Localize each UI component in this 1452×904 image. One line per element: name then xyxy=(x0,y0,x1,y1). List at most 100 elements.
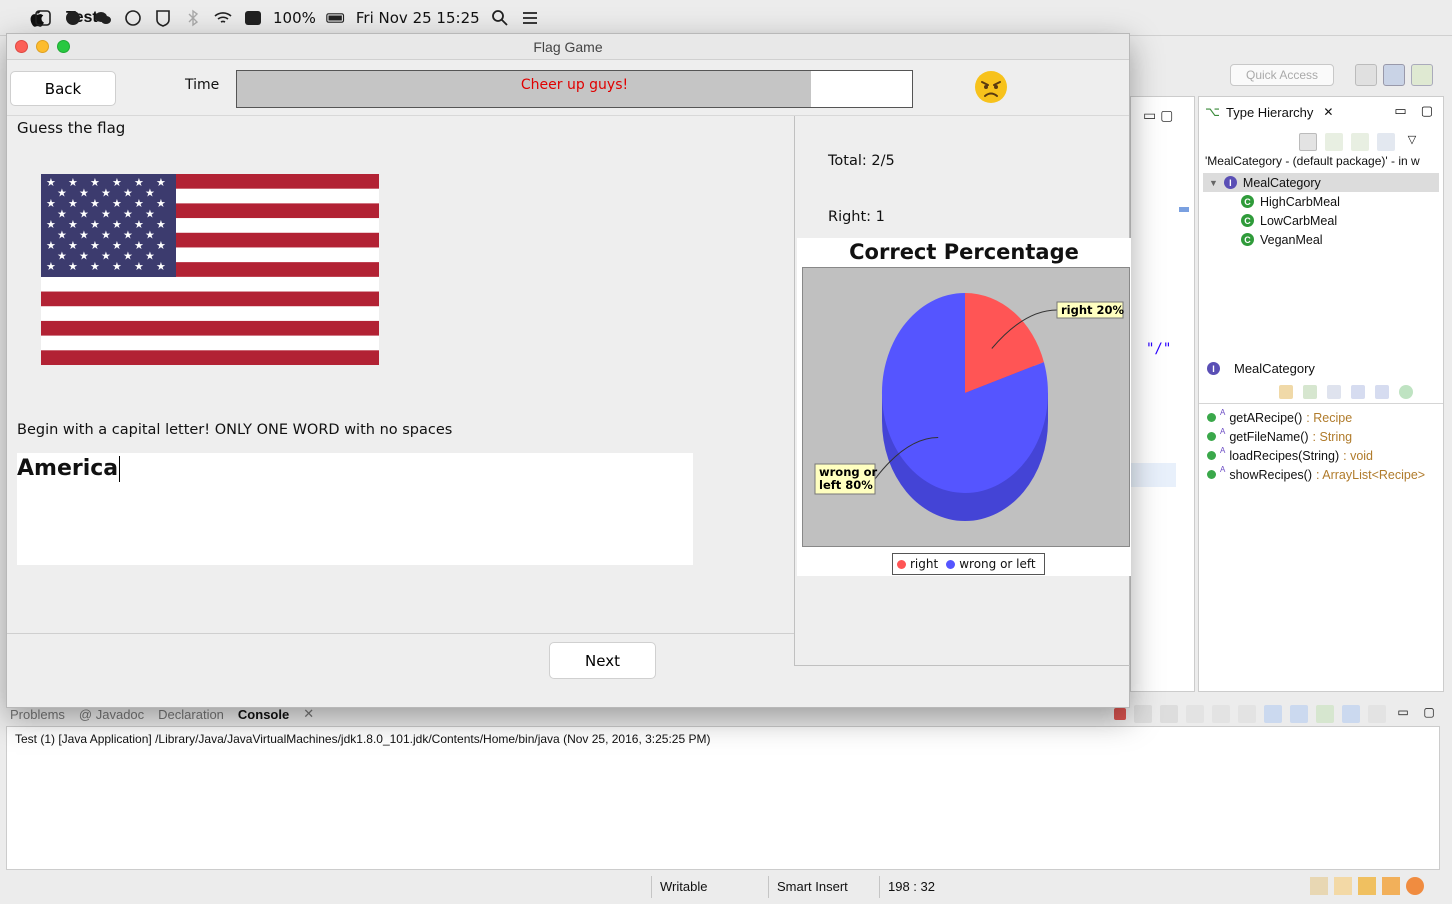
menu-clock[interactable]: Fri Nov 25 15:25 xyxy=(356,9,480,27)
window-titlebar[interactable]: Flag Game xyxy=(7,34,1129,60)
show-on-output-icon[interactable] xyxy=(1264,705,1282,723)
lock-view-icon[interactable] xyxy=(1279,385,1293,399)
list-item[interactable]: A loadRecipes(String) : void xyxy=(1207,446,1425,465)
tree-item[interactable]: C HighCarbMeal xyxy=(1203,192,1439,211)
tree-item[interactable]: C VeganMeal xyxy=(1203,230,1439,249)
view-menu-icon[interactable]: ▽ xyxy=(1403,133,1421,151)
display-console-icon[interactable] xyxy=(1342,705,1360,723)
tree-item[interactable]: C LowCarbMeal xyxy=(1203,211,1439,230)
hierarchy-path: 'MealCategory - (default package)' - in … xyxy=(1205,154,1420,168)
show-type-hierarchy-icon[interactable] xyxy=(1299,133,1317,151)
status-divider xyxy=(879,876,880,898)
usa-flag-image: ★ ★ ★ ★ ★ ★★ ★ ★ ★ ★★ ★ ★ ★ ★ ★★ ★ ★ ★ ★★ ★ ★ ★ ★ ★★ ★ ★ ★ ★★ ★ ★ ★ ★ ★★… xyxy=(41,174,379,365)
flag-star: ★ xyxy=(112,197,122,210)
current-line-highlight xyxy=(1131,463,1176,487)
zoom-window-button[interactable] xyxy=(57,40,70,53)
open-perspective-icon[interactable] xyxy=(1355,64,1377,86)
show-all-inherited-icon[interactable] xyxy=(1303,385,1317,399)
type-hierarchy-view: ⌥ Type Hierarchy ✕ ▭ ▢ ▽ 'MealCategory -… xyxy=(1198,96,1444,692)
list-item[interactable]: A getFileName() : String xyxy=(1207,427,1425,446)
flag-star: ★ xyxy=(123,250,133,263)
bluetooth-icon[interactable] xyxy=(183,8,203,28)
maximize-icon[interactable]: ▢ xyxy=(1421,103,1433,119)
quick-access-field[interactable]: Quick Access xyxy=(1230,64,1334,86)
input-source-icon[interactable] xyxy=(243,8,263,28)
flag-star: ★ xyxy=(79,208,89,221)
sort-by-type-icon[interactable] xyxy=(1327,385,1341,399)
terminate-icon[interactable] xyxy=(1114,708,1126,720)
hide-static-icon[interactable] xyxy=(1375,385,1389,399)
remove-launch-icon[interactable] xyxy=(1134,705,1152,723)
total-count: Total: 2/5 xyxy=(828,153,895,169)
tree-item-root[interactable]: ▼ I MealCategory xyxy=(1203,173,1439,192)
flag-star: ★ xyxy=(134,239,144,252)
flag-star: ★ xyxy=(79,187,89,200)
hat-icon[interactable] xyxy=(1310,877,1328,895)
back-button[interactable]: Back xyxy=(10,71,116,106)
wechat-icon[interactable] xyxy=(93,8,113,28)
legend-swatch-right xyxy=(897,559,906,569)
console-output[interactable]: Test (1) [Java Application] /Library/Jav… xyxy=(6,726,1440,870)
wand-icon[interactable] xyxy=(1382,877,1400,895)
status-divider xyxy=(768,876,769,898)
next-button[interactable]: Next xyxy=(549,642,656,679)
battery-icon[interactable] xyxy=(326,8,346,28)
flag-star: ★ xyxy=(123,187,133,200)
answer-input[interactable]: America xyxy=(17,453,693,565)
evernote-icon[interactable] xyxy=(63,8,83,28)
public-method-icon xyxy=(1207,451,1216,460)
editor-panel[interactable]: ▭ ▢ "/" xyxy=(1130,96,1195,692)
close-window-button[interactable] xyxy=(15,40,28,53)
spotlight-search-icon[interactable] xyxy=(490,8,510,28)
wifi-icon[interactable] xyxy=(213,8,233,28)
battery-percent: 100% xyxy=(273,9,316,27)
cap-icon[interactable] xyxy=(1358,877,1376,895)
list-item[interactable]: A showRecipes() : ArrayList<Recipe> xyxy=(1207,465,1425,484)
maximize-icon[interactable]: ▢ xyxy=(1420,705,1438,723)
minimize-maximize-icons[interactable]: ▭ ▢ xyxy=(1143,107,1173,124)
circle-status-icon[interactable] xyxy=(123,8,143,28)
flag-stripe xyxy=(41,276,379,292)
show-subtype-icon[interactable] xyxy=(1351,133,1369,151)
expand-arrow-icon[interactable]: ▼ xyxy=(1209,178,1218,188)
footer-divider xyxy=(7,633,794,634)
shield-five-icon[interactable] xyxy=(153,8,173,28)
pin-console-icon[interactable] xyxy=(1316,705,1334,723)
list-item[interactable]: A getARecipe() : Recipe xyxy=(1207,408,1425,427)
window-title: Flag Game xyxy=(533,39,603,55)
tab-javadoc[interactable]: @ Javadoc xyxy=(79,707,144,722)
open-console-icon[interactable] xyxy=(1368,705,1386,723)
status-divider xyxy=(651,876,652,898)
guess-label: Guess the flag xyxy=(17,119,126,137)
tree-item-label: HighCarbMeal xyxy=(1260,194,1340,209)
show-on-error-icon[interactable] xyxy=(1290,705,1308,723)
close-icon[interactable]: ✕ xyxy=(303,706,314,722)
hide-fields-icon[interactable] xyxy=(1351,385,1365,399)
remove-all-icon[interactable] xyxy=(1160,705,1178,723)
debug-perspective-icon[interactable] xyxy=(1411,64,1433,86)
history-icon[interactable] xyxy=(1377,133,1395,151)
map-icon[interactable] xyxy=(1334,877,1352,895)
clear-console-icon[interactable] xyxy=(1186,705,1204,723)
tab-problems[interactable]: Problems xyxy=(10,707,65,722)
show-supertype-icon[interactable] xyxy=(1325,133,1343,151)
tab-declaration[interactable]: Declaration xyxy=(158,707,224,722)
minimize-window-button[interactable] xyxy=(36,40,49,53)
tab-type-hierarchy[interactable]: ⌥ Type Hierarchy ✕ xyxy=(1199,101,1333,123)
word-wrap-icon[interactable] xyxy=(1238,705,1256,723)
close-icon[interactable]: ✕ xyxy=(1323,105,1333,119)
tab-console[interactable]: Console xyxy=(238,707,289,722)
java-perspective-icon[interactable] xyxy=(1383,64,1405,86)
hide-non-public-icon[interactable] xyxy=(1399,385,1413,399)
notification-center-icon[interactable] xyxy=(520,8,540,28)
time-progress-bar: Cheer up guys! xyxy=(236,70,913,108)
hierarchy-tree: ▼ I MealCategory C HighCarbMeal C LowCar… xyxy=(1203,173,1439,249)
tree-root-label: MealCategory xyxy=(1242,175,1321,190)
minimize-icon[interactable]: ▭ xyxy=(1394,103,1406,119)
status-menu-icon[interactable] xyxy=(33,8,53,28)
lifesaver-icon[interactable] xyxy=(1406,877,1424,895)
flag-star: ★ xyxy=(156,176,166,189)
scroll-lock-icon[interactable] xyxy=(1212,705,1230,723)
pie-data-label: wrong or xyxy=(819,465,878,479)
minimize-icon[interactable]: ▭ xyxy=(1394,705,1412,723)
